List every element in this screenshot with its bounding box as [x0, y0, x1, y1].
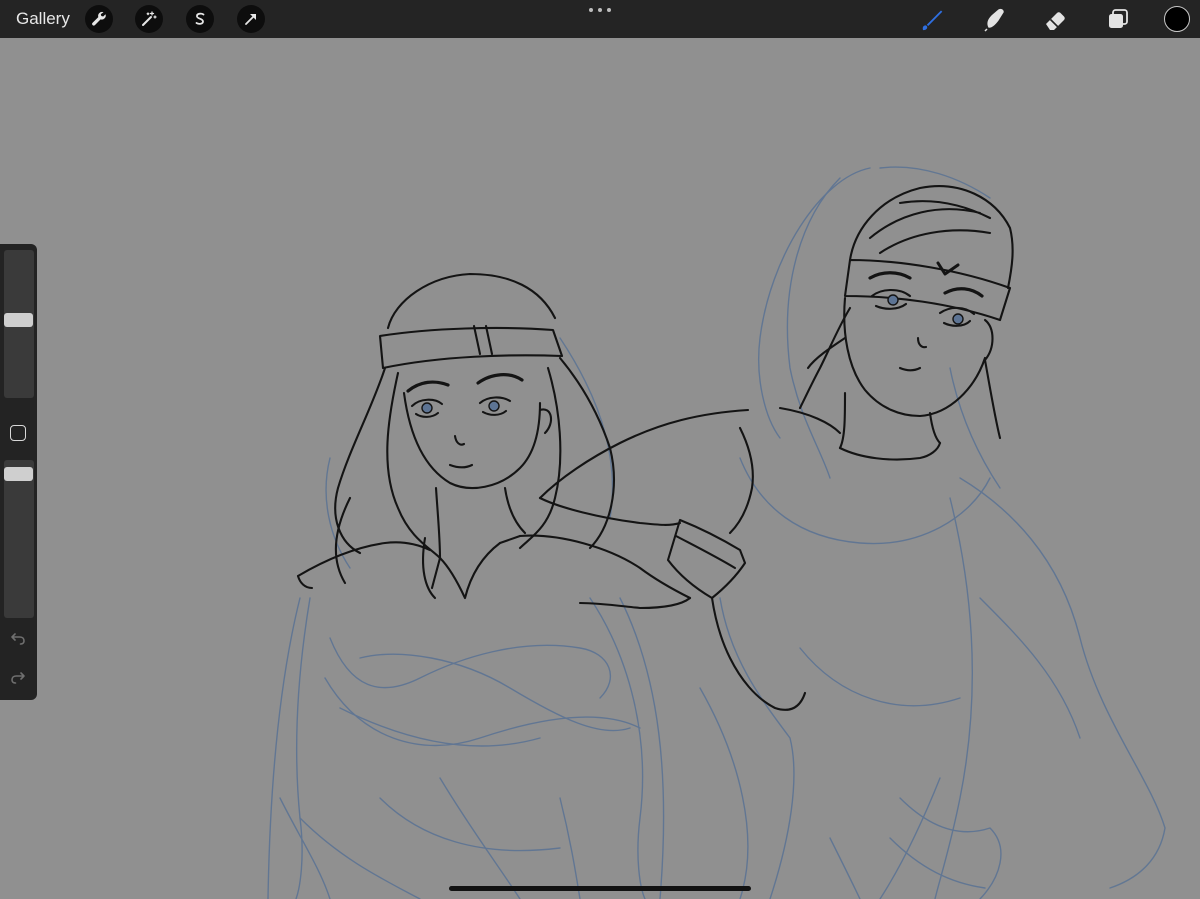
brush-sidebar [0, 244, 37, 700]
smudge-icon[interactable] [979, 5, 1009, 35]
transform-button[interactable] [237, 5, 265, 33]
opacity-handle[interactable] [4, 467, 33, 482]
top-toolbar: Gallery [0, 0, 1200, 38]
sketch-layer [267, 166, 1166, 899]
adjustments-button[interactable] [135, 5, 163, 33]
magic-wand-icon [142, 11, 157, 26]
more-options-button[interactable] [589, 4, 611, 16]
home-indicator [449, 886, 751, 891]
actions-button[interactable] [85, 5, 113, 33]
dot [598, 8, 602, 12]
layers-icon[interactable] [1103, 5, 1133, 35]
redo-icon[interactable] [9, 668, 27, 686]
brush-icon[interactable] [917, 5, 947, 35]
lineart-layer [296, 185, 1014, 711]
opacity-slider[interactable] [4, 460, 34, 618]
wrench-icon [92, 11, 106, 26]
eraser-icon[interactable] [1041, 5, 1071, 35]
drawing-canvas[interactable] [0, 38, 1200, 899]
color-picker-button[interactable] [1164, 6, 1190, 32]
selection-icon [195, 12, 205, 25]
brush-size-handle[interactable] [4, 312, 33, 327]
artwork [267, 166, 1166, 899]
selection-button[interactable] [186, 5, 214, 33]
dot [589, 8, 593, 12]
undo-icon[interactable] [9, 629, 27, 647]
gallery-button[interactable]: Gallery [16, 9, 70, 29]
dot [607, 8, 611, 12]
transform-arrow-icon [245, 14, 256, 25]
modify-button[interactable] [10, 425, 26, 441]
